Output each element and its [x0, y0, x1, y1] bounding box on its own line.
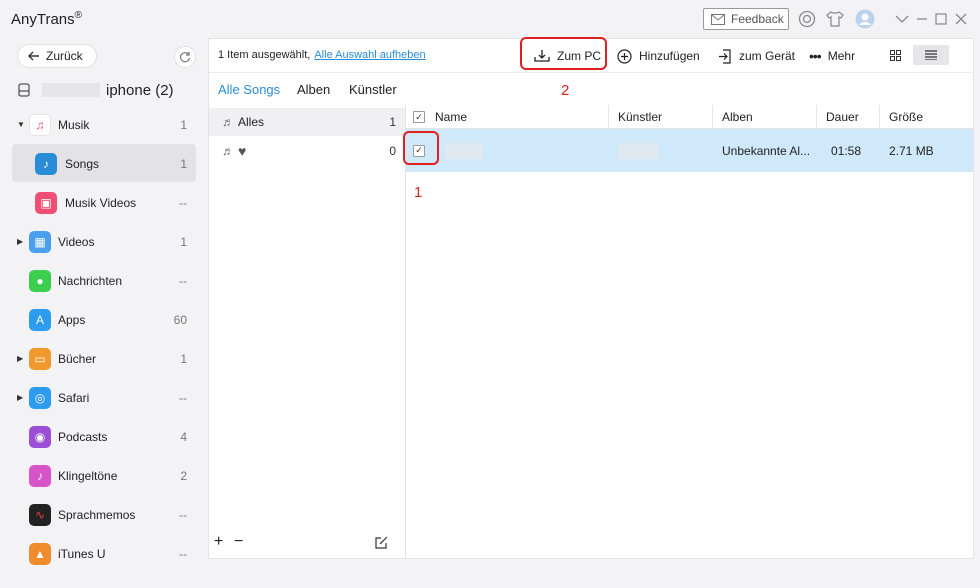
sidebar-item-buecher[interactable]: ▶ ▭ Bücher 1: [0, 339, 208, 378]
sidebar-item-apps[interactable]: A Apps 60: [0, 300, 208, 339]
device-selector[interactable]: iphone (2): [18, 80, 174, 100]
annotation-number-1: 1: [414, 184, 423, 201]
size-cell: 2.71 MB: [889, 143, 934, 158]
graduation-cap-icon: ▲: [29, 542, 51, 565]
tab-alben[interactable]: Alben: [297, 82, 330, 97]
book-icon: ▭: [29, 347, 51, 370]
music-note-icon: ♫: [29, 113, 51, 136]
sidebar-item-klingeltoene[interactable]: ♪ Klingeltöne 2: [0, 456, 208, 495]
podcast-icon: ◉: [29, 425, 51, 448]
grid-icon: [889, 49, 901, 61]
column-album[interactable]: Alben: [712, 105, 816, 129]
tv-icon: ▣: [35, 191, 57, 214]
sidebar-item-safari[interactable]: ▶ ◎ Safari --: [0, 378, 208, 417]
refresh-button[interactable]: [174, 46, 196, 68]
expand-arrow-icon[interactable]: ▶: [17, 393, 23, 402]
add-playlist-icon[interactable]: +: [214, 533, 223, 551]
to-device-button[interactable]: zum Gerät: [718, 47, 795, 65]
search-icon[interactable]: [797, 9, 817, 29]
music-note-icon: ♪: [35, 152, 57, 175]
column-name[interactable]: Name: [426, 105, 608, 129]
table-row[interactable]: ✓ Unbekannte Al... 01:58 2.71 MB: [406, 129, 973, 172]
grid-view-button[interactable]: [881, 45, 909, 65]
table-header: ✓ Name Künstler Alben Dauer Größe: [406, 105, 973, 129]
expand-arrow-icon[interactable]: ▶: [17, 354, 23, 363]
to-device-icon: [719, 48, 731, 64]
sidebar-item-podcasts[interactable]: ◉ Podcasts 4: [0, 417, 208, 456]
tab-alle-songs[interactable]: Alle Songs: [218, 82, 280, 97]
appstore-icon: A: [29, 308, 51, 331]
arrow-left-icon: [28, 51, 39, 61]
avatar-icon[interactable]: [855, 9, 875, 29]
annotation-number-2: 2: [561, 82, 570, 99]
main-panel: 1 Item ausgewählt, Alle Auswahl aufheben …: [208, 38, 974, 559]
expand-arrow-icon[interactable]: ▼: [17, 120, 25, 129]
sidebar-item-sprachmemos[interactable]: ∿ Sprachmemos --: [0, 495, 208, 534]
sidebar-item-itunes-u[interactable]: ▲ iTunes U --: [0, 534, 208, 573]
app-title: AnyTrans®: [11, 10, 83, 28]
list-icon: [925, 50, 937, 60]
playlist-icon: ♬: [222, 144, 234, 158]
heart-icon: ♥: [238, 143, 247, 159]
playlist-panel: ♬ Alles 1 ♬ ♥ 0 + −: [209, 105, 406, 559]
close-icon[interactable]: [951, 9, 971, 29]
select-all-checkbox[interactable]: ✓: [406, 105, 426, 129]
sidebar-item-videos[interactable]: ▶ ▦ Videos 1: [0, 222, 208, 261]
feedback-button[interactable]: Feedback: [703, 8, 789, 30]
column-size[interactable]: Größe: [879, 105, 973, 129]
edit-playlist-icon[interactable]: [375, 536, 388, 549]
column-duration[interactable]: Dauer: [816, 105, 879, 129]
annotation-box-1: [403, 131, 439, 165]
chevron-down-icon[interactable]: [892, 9, 912, 29]
waveform-icon: ∿: [29, 503, 51, 526]
playlist-item-alles[interactable]: ♬ Alles 1: [209, 108, 405, 136]
playlist-footer: + −: [209, 525, 405, 559]
column-artist[interactable]: Künstler: [608, 105, 712, 129]
phone-icon: [18, 83, 30, 97]
device-name-redacted: [42, 83, 100, 97]
annotation-box-2: [520, 37, 607, 70]
more-button[interactable]: ••• Mehr: [809, 47, 855, 65]
duration-cell: 01:58: [831, 143, 862, 158]
compass-icon: ◎: [29, 386, 51, 409]
selection-status: 1 Item ausgewählt, Alle Auswahl aufheben: [218, 49, 426, 61]
add-button[interactable]: Hinzufügen: [617, 47, 700, 65]
song-table: ✓ Name Künstler Alben Dauer Größe ✓ Unbe…: [406, 105, 973, 559]
sidebar-item-musik-videos[interactable]: ▣ Musik Videos --: [0, 183, 208, 222]
film-icon: ▦: [29, 230, 51, 253]
mail-icon: [711, 13, 725, 25]
message-icon: ●: [29, 269, 51, 292]
sidebar-item-songs[interactable]: ♪ Songs 1: [0, 144, 208, 183]
remove-playlist-icon[interactable]: −: [234, 533, 243, 551]
device-name: iphone (2): [106, 81, 174, 99]
minimize-icon[interactable]: [912, 9, 932, 29]
playlist-item-favorites[interactable]: ♬ ♥ 0: [209, 137, 405, 165]
playlist-icon: ♬: [222, 115, 234, 129]
expand-arrow-icon[interactable]: ▶: [17, 237, 23, 246]
more-dots-icon: •••: [809, 48, 822, 64]
category-tabs: Alle Songs Alben Künstler: [209, 73, 405, 105]
sidebar-item-musik[interactable]: ▼ ♫ Musik 1: [0, 105, 208, 144]
artist-redacted: [609, 129, 709, 172]
refresh-icon: [179, 52, 191, 63]
list-view-button[interactable]: [913, 45, 949, 65]
sidebar-item-nachrichten[interactable]: ● Nachrichten --: [0, 261, 208, 300]
sidebar: Zurück iphone (2) ▼ ♫ Musik 1 ♪ Songs 1 …: [0, 38, 208, 588]
sidebar-nav: ▼ ♫ Musik 1 ♪ Songs 1 ▣ Musik Videos -- …: [0, 105, 208, 573]
plus-circle-icon: [617, 48, 632, 64]
song-name-redacted: [436, 129, 606, 172]
title-bar: AnyTrans® Feedback: [0, 0, 980, 38]
deselect-all-link[interactable]: Alle Auswahl aufheben: [314, 49, 425, 61]
tab-kuenstler[interactable]: Künstler: [349, 82, 397, 97]
album-cell: Unbekannte Al...: [722, 143, 811, 158]
back-button[interactable]: Zurück: [17, 44, 97, 68]
maximize-icon[interactable]: [931, 9, 951, 29]
tshirt-icon[interactable]: [825, 9, 845, 29]
bell-icon: ♪: [29, 464, 51, 487]
